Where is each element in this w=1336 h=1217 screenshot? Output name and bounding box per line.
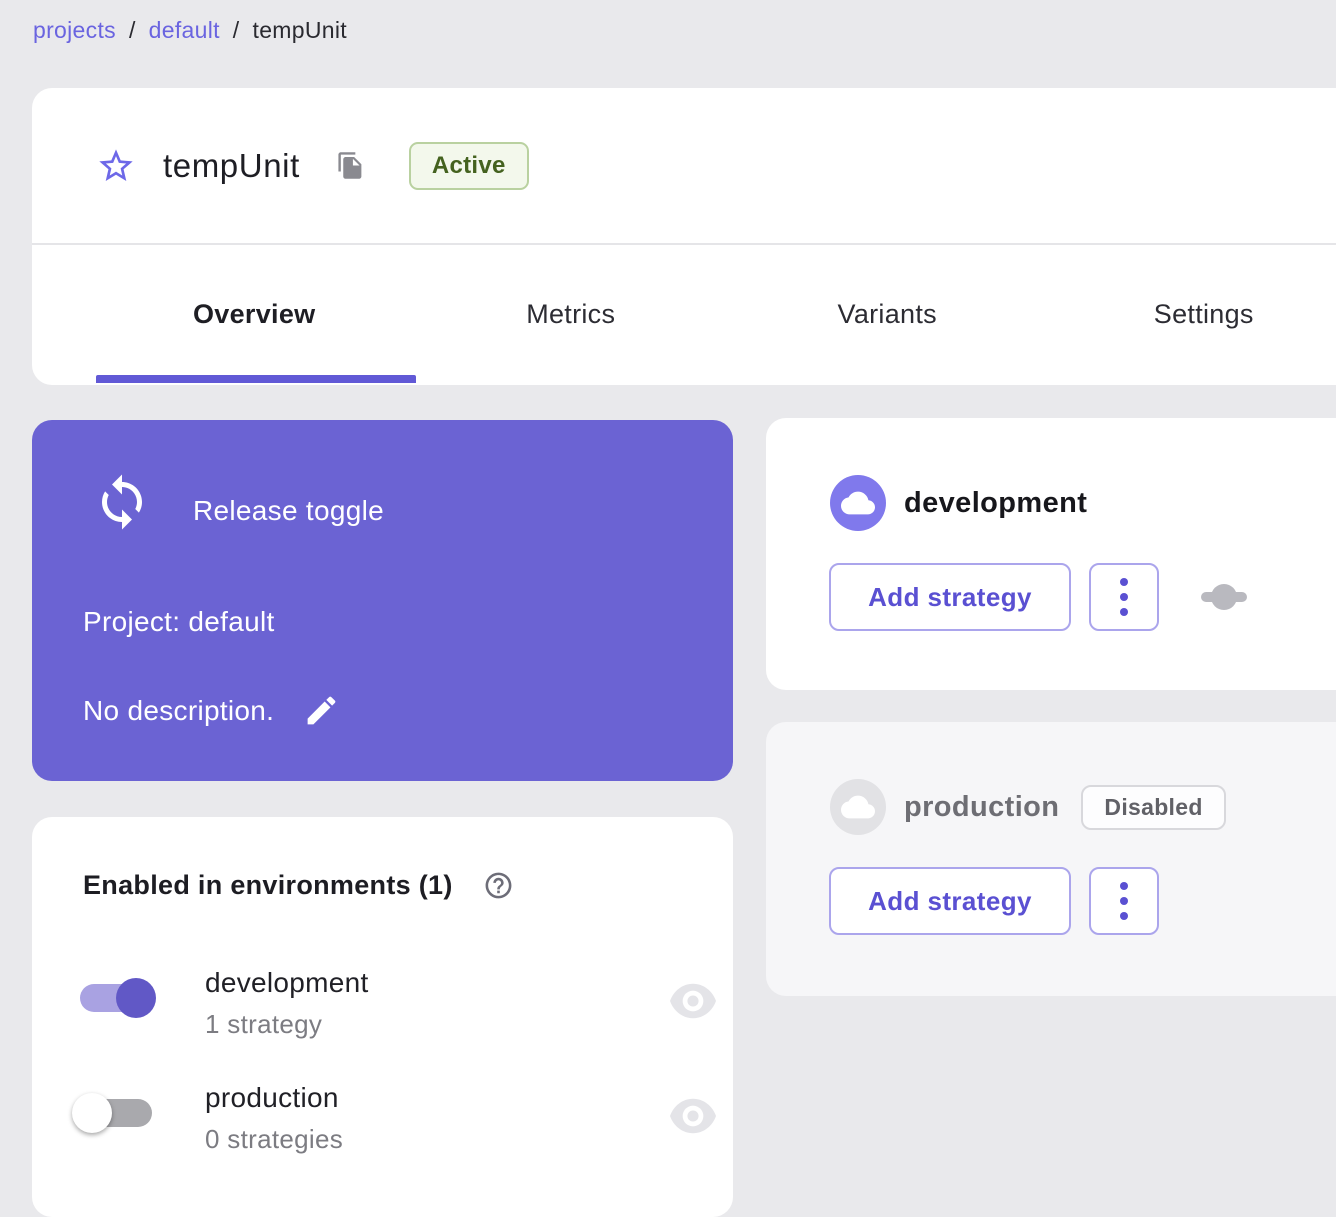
toggle-type-label: Release toggle: [193, 495, 384, 527]
cloud-icon: [830, 779, 886, 835]
environment-toggle-row-production: production 0 strategies: [75, 1082, 715, 1157]
environment-header: development: [830, 475, 1087, 531]
more-options-button[interactable]: [1089, 867, 1159, 935]
status-badge: Active: [409, 142, 529, 190]
environment-card-production: production Disabled Add strategy: [766, 722, 1336, 996]
environment-row-name: development: [205, 967, 369, 999]
kebab-icon: [1120, 897, 1128, 905]
environment-card-development: development Add strategy: [766, 418, 1336, 690]
kebab-icon: [1120, 608, 1128, 616]
environment-toggle-production[interactable]: [80, 1099, 152, 1127]
eye-icon: [670, 1098, 716, 1134]
eye-icon: [670, 983, 716, 1019]
enabled-environments-title: Enabled in environments (1): [83, 870, 453, 901]
feature-header-card: tempUnit Active Overview Metrics Variant…: [32, 88, 1336, 385]
copy-name-button[interactable]: [336, 151, 365, 180]
environment-actions: Add strategy: [829, 563, 1247, 631]
disabled-chip: Disabled: [1081, 785, 1225, 830]
environment-name: production: [904, 791, 1059, 824]
environment-name: development: [904, 487, 1087, 520]
help-circle-icon: [483, 870, 514, 901]
star-outline-icon: [96, 146, 136, 186]
breadcrumb-link-default[interactable]: default: [149, 17, 220, 44]
edit-description-button[interactable]: [303, 692, 340, 729]
tab-bar: Overview Metrics Variants Settings: [32, 245, 1336, 383]
enabled-environments-card: Enabled in environments (1) development …: [32, 817, 733, 1217]
tab-overview[interactable]: Overview: [96, 245, 413, 383]
kebab-icon: [1120, 912, 1128, 920]
environment-strategy-count: 0 strategies: [205, 1124, 343, 1155]
feature-overview-card: Release toggle Project: default No descr…: [32, 420, 733, 781]
connector-icon: [1201, 583, 1247, 611]
kebab-icon: [1120, 882, 1128, 890]
kebab-icon: [1120, 578, 1128, 586]
environment-header: production Disabled: [830, 779, 1226, 835]
breadcrumb-link-projects[interactable]: projects: [33, 17, 116, 44]
breadcrumb-separator: /: [129, 17, 136, 44]
breadcrumb: projects / default / tempUnit: [33, 17, 347, 44]
description-row: No description.: [83, 692, 340, 729]
pencil-icon: [303, 692, 340, 729]
page-title: tempUnit: [163, 147, 300, 185]
more-options-button[interactable]: [1089, 563, 1159, 631]
description-text: No description.: [83, 695, 274, 727]
kebab-icon: [1120, 593, 1128, 601]
environment-row-name: production: [205, 1082, 339, 1114]
cloud-icon: [830, 475, 886, 531]
tab-metrics[interactable]: Metrics: [413, 245, 730, 383]
copy-icon: [336, 151, 365, 180]
help-button[interactable]: [483, 870, 514, 901]
add-strategy-button[interactable]: Add strategy: [829, 867, 1071, 935]
environment-strategy-count: 1 strategy: [205, 1009, 322, 1040]
add-strategy-button[interactable]: Add strategy: [829, 563, 1071, 631]
loop-icon: [92, 472, 152, 532]
environment-actions: Add strategy: [829, 867, 1159, 935]
favorite-button[interactable]: [96, 146, 136, 186]
tab-settings[interactable]: Settings: [1046, 245, 1336, 383]
tab-variants[interactable]: Variants: [729, 245, 1046, 383]
active-tab-indicator: [96, 375, 416, 383]
environment-toggle-row-development: development 1 strategy: [75, 967, 715, 1042]
environment-toggle-development[interactable]: [80, 984, 152, 1012]
project-label: Project: default: [83, 606, 275, 638]
breadcrumb-separator: /: [233, 17, 240, 44]
feature-title-row: tempUnit Active: [32, 88, 1336, 245]
breadcrumb-current: tempUnit: [253, 17, 347, 44]
